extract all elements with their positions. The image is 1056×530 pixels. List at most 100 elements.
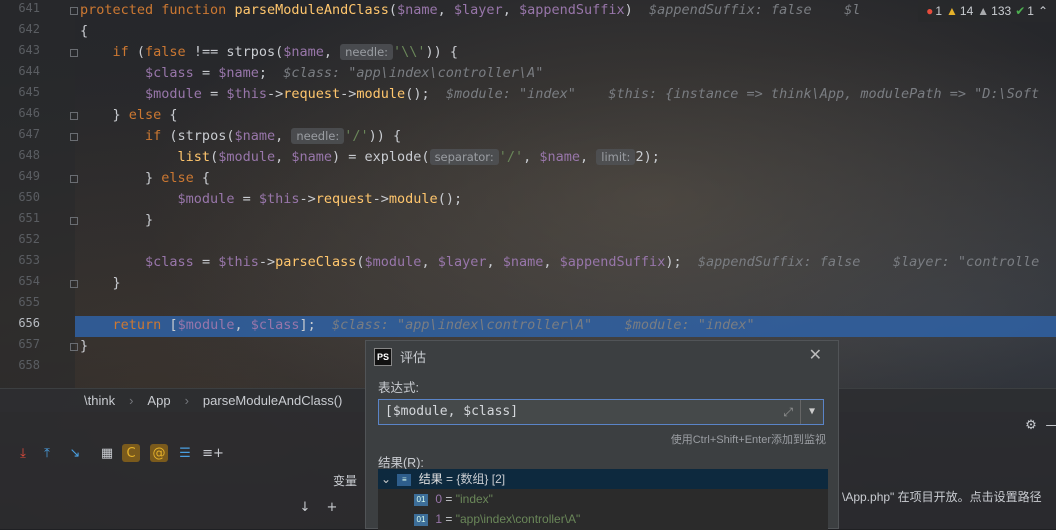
list-item[interactable]: 01 1 = "app\index\controller\A" [414, 509, 580, 529]
line-number[interactable]: 644 [4, 64, 40, 78]
fold-marker-icon[interactable] [70, 133, 78, 141]
fold-marker-icon[interactable] [70, 112, 78, 120]
parameter-hint: needle: [340, 44, 394, 60]
tree-root-row[interactable]: ⌄ ≡ 结果 = {数组} [2] [378, 469, 828, 489]
code-token: $appendSuffix [559, 254, 666, 270]
arrow-down-icon[interactable]: ↓ [296, 498, 314, 516]
tab-variables[interactable]: 变量 [333, 472, 357, 489]
code-token: -> [340, 86, 357, 102]
table-icon[interactable]: ▦ [98, 444, 116, 462]
run-to-cursor-icon[interactable]: ↘ [66, 444, 84, 462]
code-token: $name [234, 128, 276, 144]
code-token: $class: "app\index\controller\A" [283, 65, 544, 81]
code-token: -> [299, 191, 316, 207]
code-token: $this [258, 191, 300, 207]
gear-icon[interactable]: ⚙ [1022, 416, 1040, 434]
step-into-icon[interactable]: ⤓ [14, 444, 32, 462]
line-number[interactable]: 657 [4, 337, 40, 351]
add-watch-icon[interactable]: ≡+ [202, 444, 224, 462]
line-number[interactable]: 642 [4, 22, 40, 36]
code-line: } [80, 210, 153, 231]
list-icon[interactable]: ☰ [176, 444, 194, 462]
line-number[interactable]: 652 [4, 232, 40, 246]
code-token: (strpos( [161, 128, 235, 144]
code-token: ]; [299, 317, 333, 333]
fold-marker-icon[interactable] [70, 49, 78, 57]
breadcrumb-method[interactable]: parseModuleAndClass() [203, 393, 342, 408]
line-number[interactable]: 649 [4, 169, 40, 183]
line-number[interactable]: 650 [4, 190, 40, 204]
line-number[interactable]: 645 [4, 85, 40, 99]
typo-count[interactable]: ✔ 1 [1015, 4, 1034, 18]
plus-icon[interactable]: + [323, 498, 341, 516]
weak-warning-count[interactable]: ▲ 133 [977, 4, 1011, 18]
chevron-down-icon[interactable]: ▼ [800, 400, 823, 424]
at-icon[interactable]: @ [150, 444, 168, 462]
minimize-icon[interactable]: — [1043, 416, 1056, 434]
expand-icon[interactable]: ⤢ [783, 400, 793, 424]
code-token: if [145, 128, 162, 144]
code-token: '/' [498, 149, 524, 165]
error-count[interactable]: ● 1 [926, 4, 942, 18]
code-line: $module = $this->request->module(); [80, 189, 463, 210]
chevron-up-icon[interactable]: ⌃ [1038, 4, 1048, 18]
dialog-title-bar: PS 评估 [374, 347, 426, 366]
line-number[interactable]: 654 [4, 274, 40, 288]
code-token: (); [437, 191, 463, 207]
close-icon[interactable]: ✕ [809, 345, 822, 365]
fold-marker-icon[interactable] [70, 217, 78, 225]
line-number[interactable]: 641 [4, 1, 40, 15]
list-item[interactable]: 01 0 = "index" [414, 489, 493, 509]
code-token: , [543, 254, 560, 270]
line-number[interactable]: 648 [4, 148, 40, 162]
code-token: )) { [368, 128, 402, 144]
code-token: if [112, 44, 129, 60]
code-token: } [80, 275, 121, 291]
line-number-gutter: 641 642 643 644 645 646 647 648 649 650 651 652 653 6… [0, 0, 78, 388]
line-number[interactable]: 643 [4, 43, 40, 57]
line-number[interactable]: 647 [4, 127, 40, 141]
line-number[interactable]: 651 [4, 211, 40, 225]
line-number[interactable]: 656 [4, 316, 40, 330]
class-icon[interactable]: C [122, 444, 140, 462]
code-token: protected function [80, 2, 235, 18]
breadcrumb-class[interactable]: App [147, 393, 170, 408]
code-token: $class [250, 317, 300, 333]
line-number[interactable]: 655 [4, 295, 40, 309]
code-token: { [193, 170, 211, 186]
code-token: = [234, 191, 259, 207]
code-line: } [80, 336, 88, 357]
line-number[interactable]: 653 [4, 253, 40, 267]
code-token: , [275, 149, 292, 165]
code-token: $module: "index" $this: {instance => thi… [445, 86, 1040, 102]
fold-marker-icon[interactable] [70, 280, 78, 288]
weak-warning-count-value: 133 [991, 4, 1012, 18]
inspection-status[interactable]: ● 1 ▲ 14 ▲ 133 ✔ 1 ⌃ [918, 0, 1056, 22]
fold-marker-icon[interactable] [70, 175, 78, 183]
line-number[interactable]: 646 [4, 106, 40, 120]
code-token: , [580, 149, 597, 165]
code-line: if (strpos($name, needle: '/')) { [80, 126, 401, 147]
code-line: { [80, 21, 88, 42]
error-icon: ● [926, 4, 934, 18]
expression-input[interactable]: [$module, $class] ⤢ ▼ [378, 399, 824, 425]
fold-marker-icon[interactable] [70, 343, 78, 351]
line-number[interactable]: 658 [4, 358, 40, 372]
step-out-icon[interactable]: ⤒ [38, 444, 56, 462]
code-token: $name [283, 44, 324, 60]
fold-marker-icon[interactable] [70, 7, 78, 15]
code-token: } [80, 338, 89, 354]
warning-count[interactable]: ▲ 14 [946, 4, 973, 18]
result-tree[interactable]: ⌄ ≡ 结果 = {数组} [2] 01 0 = "index" 01 1 = … [378, 469, 828, 530]
path-notice: \App.php" 在项目开放。点击设置路径 [842, 488, 1056, 505]
code-editor[interactable]: protected function parseModuleAndClass($… [80, 0, 1056, 388]
chevron-down-icon[interactable]: ⌄ [378, 469, 394, 489]
code-token: $this [218, 254, 259, 270]
code-token: !== strpos( [185, 44, 284, 60]
typo-count-value: 1 [1027, 4, 1034, 18]
breadcrumb-namespace[interactable]: \think [84, 393, 115, 408]
code-line: $module = $this->request->module(); $mod… [80, 84, 1039, 105]
